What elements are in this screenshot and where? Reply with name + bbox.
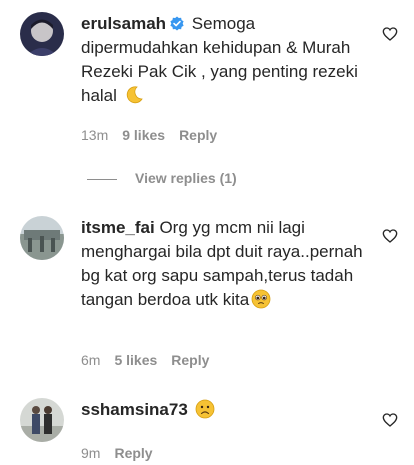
view-replies-button[interactable]: View replies (1): [87, 170, 237, 188]
comment-item: erulsamah Semoga dipermudahkan kehidupan…: [0, 0, 414, 200]
timestamp: 9m: [81, 445, 101, 461]
reply-button[interactable]: Reply: [179, 127, 217, 143]
pleading-face-icon: [251, 289, 271, 309]
like-heart-icon[interactable]: [382, 26, 398, 42]
comment-body: itsme_fai Org yg mcm nii lagi menghargai…: [81, 216, 371, 312]
like-heart-icon[interactable]: [382, 228, 398, 244]
avatar[interactable]: [20, 216, 64, 260]
frowning-face-icon: [195, 399, 215, 419]
timestamp: 6m: [81, 352, 101, 368]
view-replies-label: View replies (1): [135, 170, 237, 186]
verified-badge-icon: [169, 16, 185, 32]
avatar[interactable]: [20, 12, 64, 56]
username[interactable]: sshamsina73: [81, 400, 188, 419]
timestamp: 13m: [81, 127, 109, 143]
comment-meta: 13m 9 likes Reply: [81, 126, 231, 144]
comment-body: sshamsina73: [81, 398, 371, 422]
like-heart-icon[interactable]: [382, 412, 398, 428]
avatar[interactable]: [20, 398, 64, 442]
username[interactable]: erulsamah: [81, 14, 166, 33]
reply-button[interactable]: Reply: [114, 445, 152, 461]
comment-meta: 6m 5 likes Reply: [81, 351, 223, 369]
username[interactable]: itsme_fai: [81, 218, 155, 237]
divider-line: [87, 178, 117, 180]
comment-item: itsme_fai Org yg mcm nii lagi menghargai…: [0, 200, 414, 380]
crescent-moon-icon: [124, 85, 144, 105]
reply-button[interactable]: Reply: [171, 352, 209, 368]
likes-count[interactable]: 9 likes: [122, 127, 165, 143]
comment-meta: 9m Reply: [81, 444, 167, 462]
likes-count[interactable]: 5 likes: [114, 352, 157, 368]
comment-item: sshamsina73 9m Reply: [0, 380, 414, 465]
comment-body: erulsamah Semoga dipermudahkan kehidupan…: [81, 12, 371, 108]
